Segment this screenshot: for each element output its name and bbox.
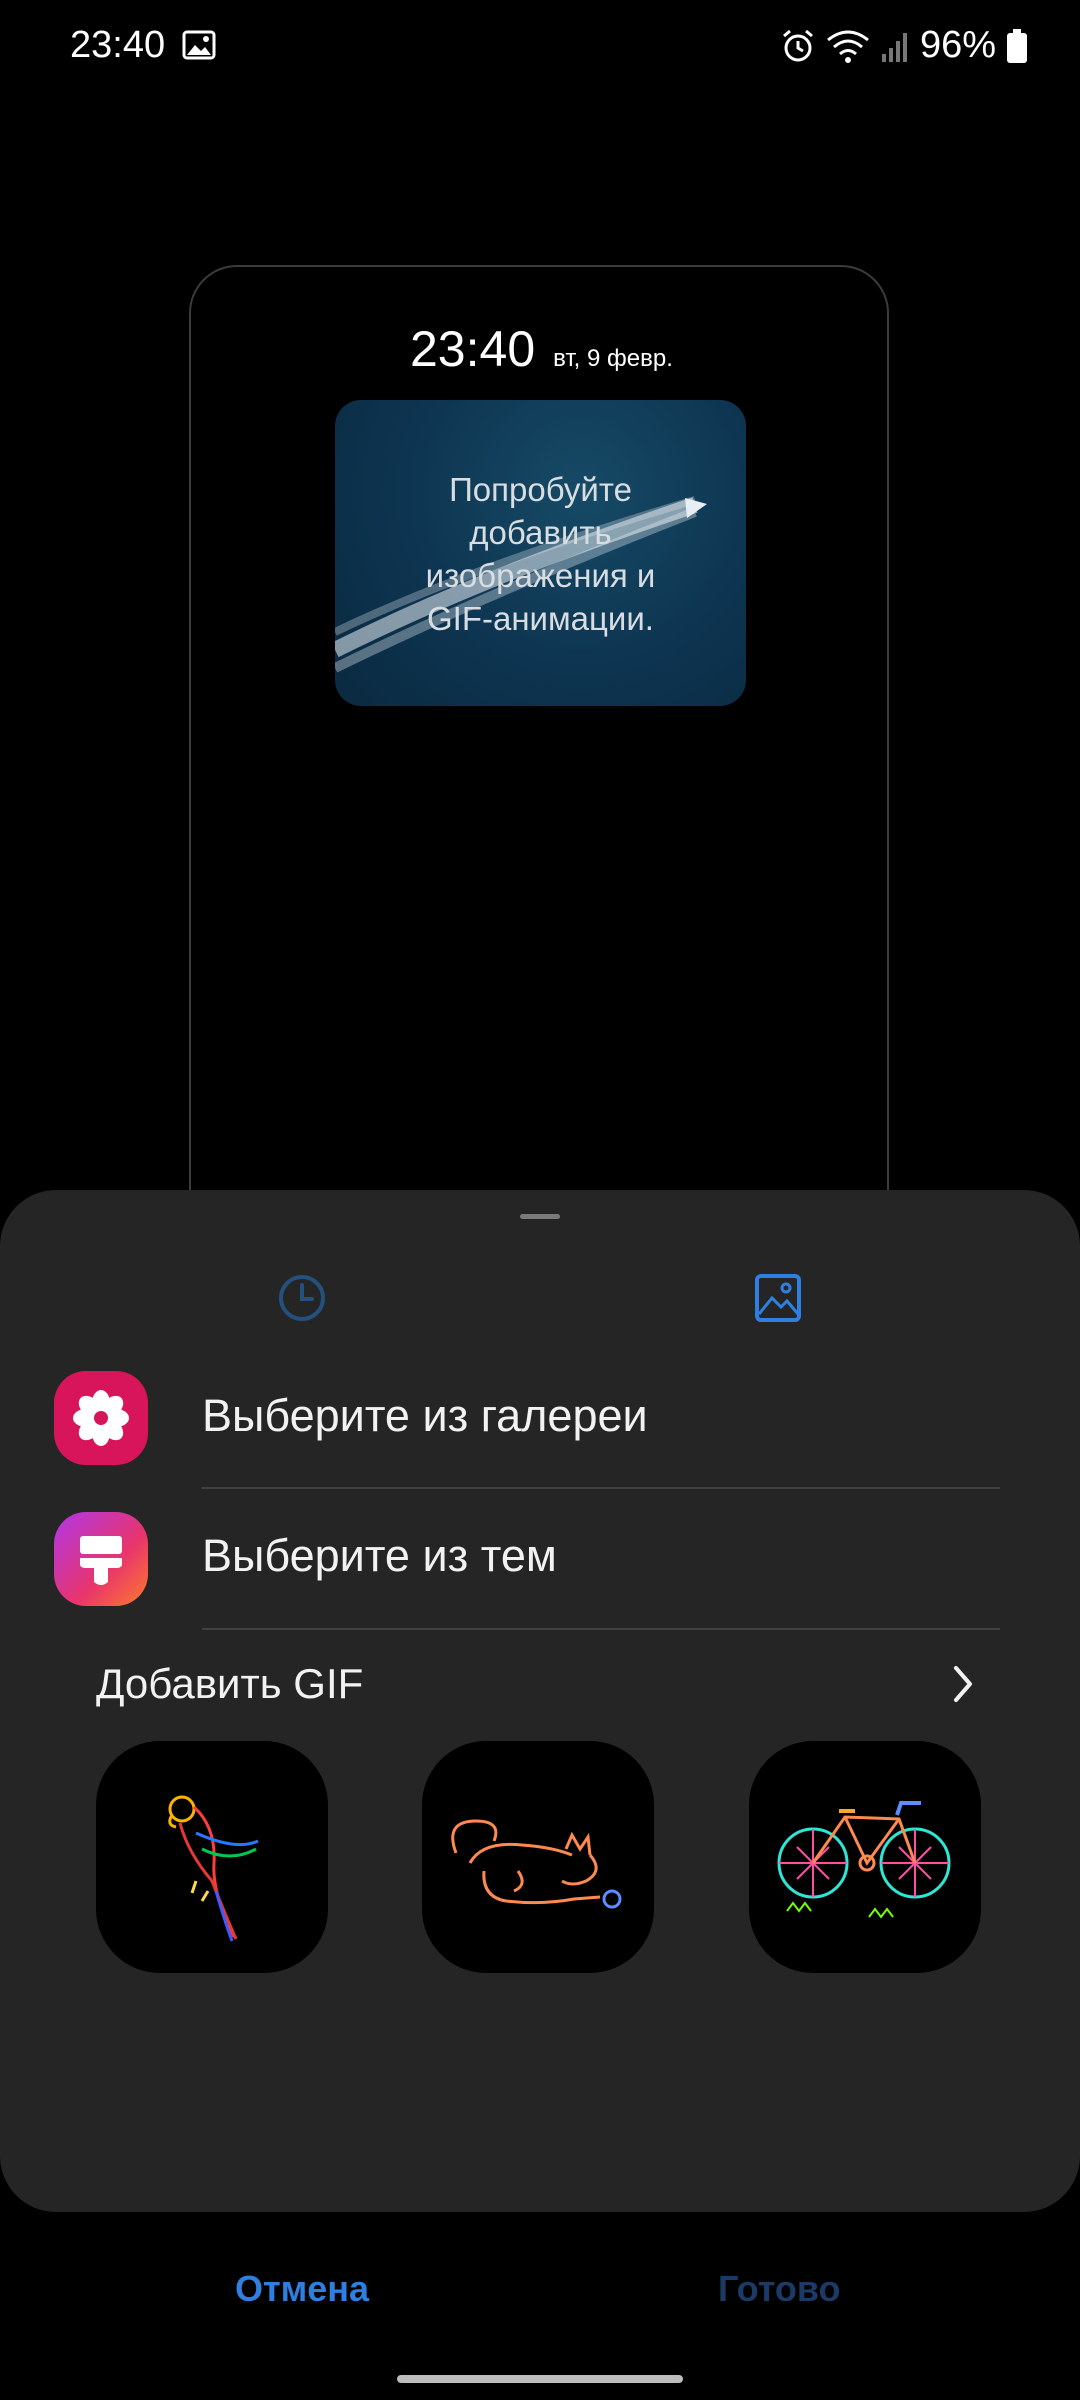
- battery-percent: 96%: [919, 24, 996, 66]
- add-gif-title[interactable]: Добавить GIF: [96, 1660, 363, 1708]
- bicycle-gif[interactable]: [749, 1741, 981, 1973]
- gallery-option-label: Выберите из галереи: [202, 1390, 648, 1441]
- bicycle-neon-icon: [777, 1801, 951, 1919]
- themes-option[interactable]: Выберите из тем: [0, 1490, 1080, 1630]
- parrot-gif[interactable]: [96, 1741, 328, 1973]
- preview-date: вт, 9 февр.: [553, 345, 673, 372]
- cat-gif[interactable]: [422, 1741, 654, 1973]
- chevron-right-icon[interactable]: [948, 1664, 978, 1704]
- gallery-flower-icon: [54, 1371, 148, 1465]
- status-time: 23:40: [70, 24, 166, 66]
- cancel-button[interactable]: Отмена: [235, 2268, 369, 2310]
- wifi-icon: [827, 30, 869, 63]
- image-tab-icon[interactable]: [748, 1268, 808, 1328]
- divider: [202, 1628, 1000, 1630]
- image-widget-preview[interactable]: Попробуйте добавить изображения и GIF-ан…: [335, 400, 746, 706]
- home-gesture-bar[interactable]: [397, 2375, 683, 2383]
- themes-option-label: Выберите из тем: [202, 1530, 557, 1581]
- drag-handle[interactable]: [520, 1214, 560, 1219]
- image-notification-icon: [182, 30, 216, 60]
- status-bar: 23:40 96%: [0, 0, 1080, 95]
- signal-icon: [881, 32, 907, 62]
- widget-hint-text: Попробуйте добавить изображения и GIF-ан…: [425, 471, 656, 637]
- preview-clock: 23:40 вт, 9 февр.: [410, 320, 673, 378]
- battery-icon: [1007, 28, 1027, 63]
- divider: [202, 1487, 1000, 1489]
- parrot-neon-icon: [168, 1795, 259, 1942]
- gallery-option[interactable]: Выберите из галереи: [0, 1348, 1080, 1488]
- cat-neon-icon: [451, 1819, 622, 1909]
- themes-brush-icon: [54, 1512, 148, 1606]
- bottom-sheet: Выберите из галереи Выберите из тем Доба…: [0, 1190, 1080, 2212]
- preview-time: 23:40: [410, 321, 536, 377]
- clock-tab-icon[interactable]: [272, 1268, 332, 1328]
- alarm-icon: [782, 29, 813, 61]
- done-button[interactable]: Готово: [718, 2268, 841, 2310]
